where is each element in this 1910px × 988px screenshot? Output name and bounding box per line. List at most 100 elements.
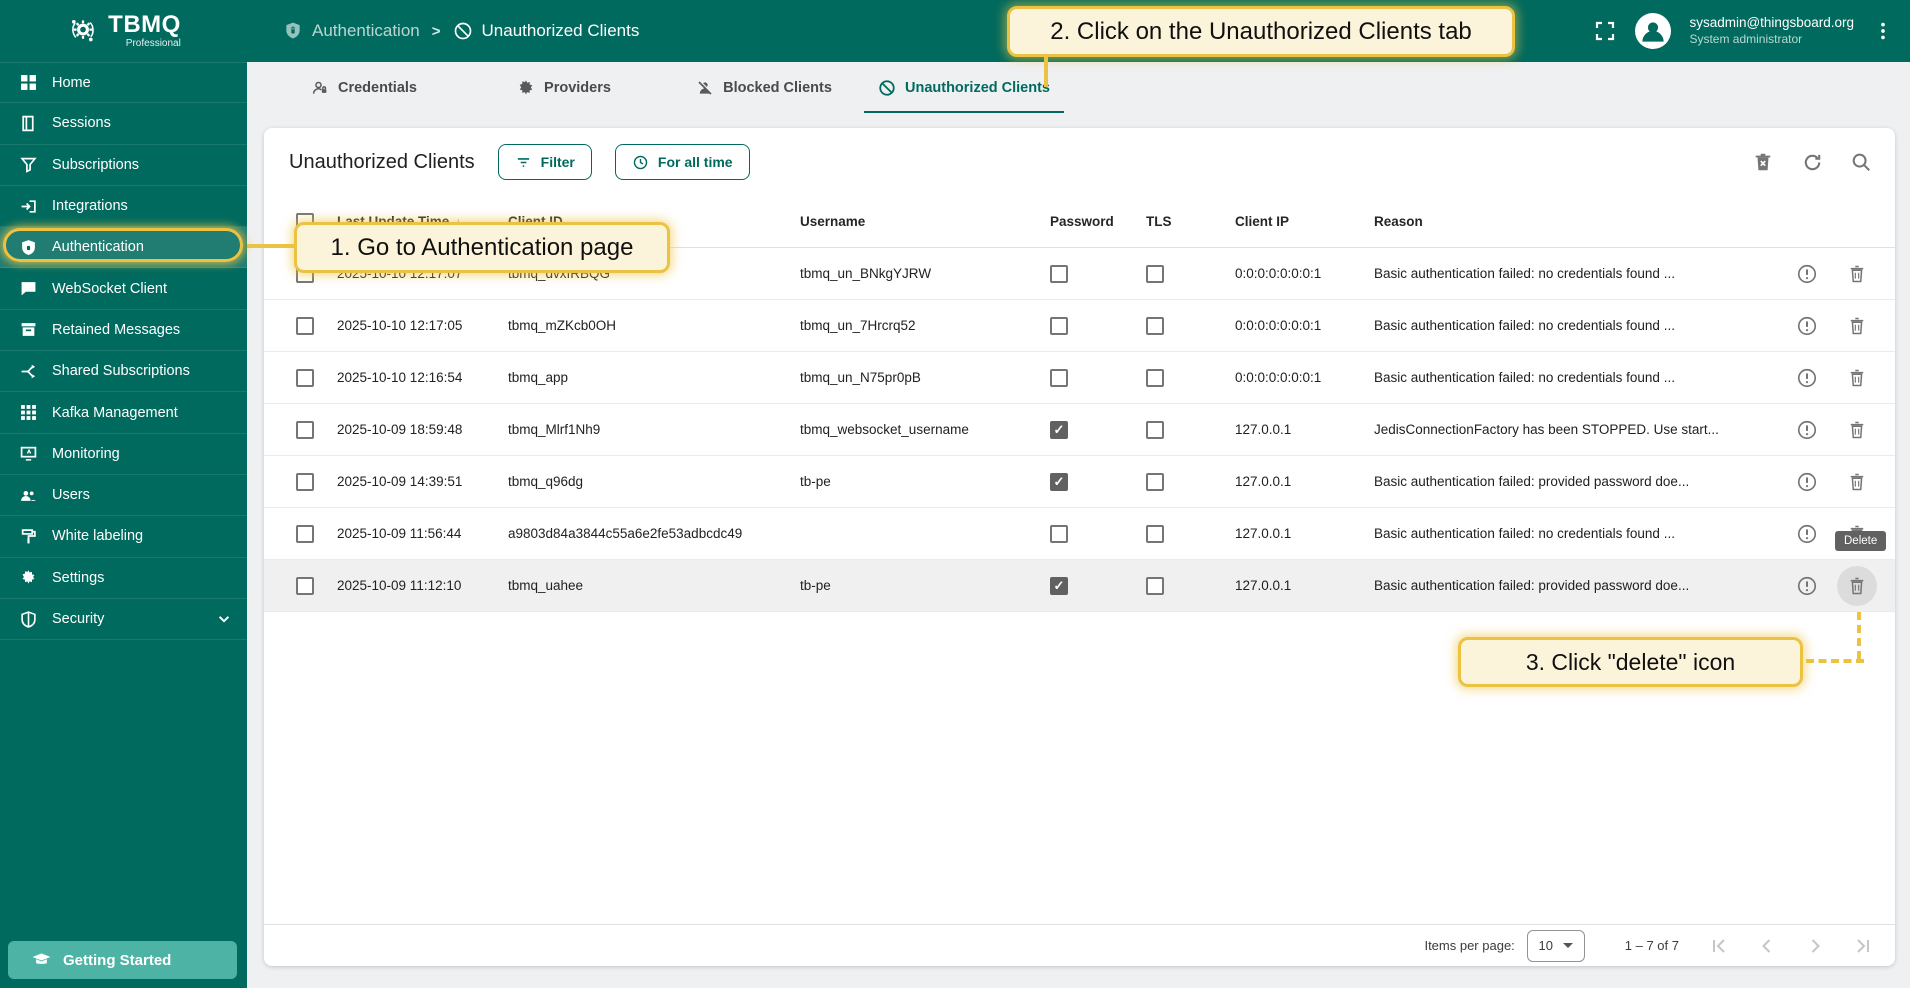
paint-roller-icon bbox=[19, 528, 37, 545]
user-role: System administrator bbox=[1689, 32, 1854, 48]
delete-row-button[interactable] bbox=[1845, 574, 1869, 598]
row-checkbox[interactable] bbox=[296, 473, 314, 491]
table-body: 2025-10-10 12:17:07 tbmq_dvxIRBQG tbmq_u… bbox=[264, 248, 1895, 612]
delete-row-button[interactable] bbox=[1845, 418, 1869, 442]
filter-icon bbox=[515, 154, 532, 171]
cell-last-update-time: 2025-10-10 12:17:05 bbox=[337, 318, 508, 333]
tab-blocked-clients[interactable]: Blocked Clients bbox=[664, 62, 864, 113]
row-checkbox[interactable] bbox=[296, 421, 314, 439]
time-range-button[interactable]: For all time bbox=[615, 144, 750, 180]
table-row[interactable]: 2025-10-10 12:16:54 tbmq_app tbmq_un_N75… bbox=[264, 352, 1895, 404]
fullscreen-button[interactable] bbox=[1593, 19, 1617, 43]
tls-checkbox[interactable] bbox=[1146, 317, 1164, 335]
cell-client-id: tbmq_uahee bbox=[508, 578, 800, 593]
row-details-button[interactable] bbox=[1795, 418, 1819, 442]
tls-checkbox[interactable] bbox=[1146, 369, 1164, 387]
tab-credentials[interactable]: Credentials bbox=[264, 62, 464, 113]
password-checkbox[interactable] bbox=[1050, 525, 1068, 543]
table-row[interactable]: 2025-10-09 11:12:10 tbmq_uahee tb-pe 127… bbox=[264, 560, 1895, 612]
previous-page-button[interactable] bbox=[1755, 934, 1779, 958]
sidebar-item-users[interactable]: Users bbox=[0, 475, 247, 516]
column-username[interactable]: Username bbox=[800, 214, 1050, 229]
sidebar-item-security[interactable]: Security bbox=[0, 599, 247, 640]
row-checkbox[interactable] bbox=[296, 369, 314, 387]
tls-checkbox[interactable] bbox=[1146, 265, 1164, 283]
column-tls[interactable]: TLS bbox=[1146, 214, 1235, 229]
password-checkbox[interactable] bbox=[1050, 369, 1068, 387]
tab-unauthorized-clients[interactable]: Unauthorized Clients bbox=[864, 62, 1064, 113]
delete-row-button[interactable] bbox=[1845, 262, 1869, 286]
sidebar-item-settings[interactable]: Settings bbox=[0, 558, 247, 599]
sidebar-item-integrations[interactable]: Integrations bbox=[0, 186, 247, 227]
table-row[interactable]: 2025-10-09 14:39:51 tbmq_q96dg tb-pe 127… bbox=[264, 456, 1895, 508]
sidebar-item-websocket-client[interactable]: WebSocket Client bbox=[0, 268, 247, 309]
refresh-icon[interactable] bbox=[1800, 150, 1824, 174]
delete-row-button[interactable] bbox=[1845, 366, 1869, 390]
sidebar-item-authentication[interactable]: Authentication bbox=[0, 227, 247, 268]
row-checkbox[interactable] bbox=[296, 317, 314, 335]
sidebar-item-retained-messages[interactable]: Retained Messages bbox=[0, 310, 247, 351]
first-page-button[interactable] bbox=[1707, 934, 1731, 958]
avatar[interactable] bbox=[1635, 13, 1671, 49]
cell-last-update-time: 2025-10-10 12:16:54 bbox=[337, 370, 508, 385]
password-checkbox[interactable] bbox=[1050, 265, 1068, 283]
security-shield-icon bbox=[19, 611, 37, 628]
delete-row-button[interactable] bbox=[1845, 470, 1869, 494]
tls-checkbox[interactable] bbox=[1146, 525, 1164, 543]
column-client-ip[interactable]: Client IP bbox=[1235, 214, 1374, 229]
sidebar-item-white-labeling[interactable]: White labeling bbox=[0, 516, 247, 557]
row-checkbox[interactable] bbox=[296, 577, 314, 595]
tls-checkbox[interactable] bbox=[1146, 473, 1164, 491]
table-row[interactable]: 2025-10-09 18:59:48 tbmq_Mlrf1Nh9 tbmq_w… bbox=[264, 404, 1895, 456]
row-details-button[interactable] bbox=[1795, 314, 1819, 338]
search-icon[interactable] bbox=[1849, 150, 1873, 174]
table-row[interactable]: 2025-10-10 12:17:05 tbmq_mZKcb0OH tbmq_u… bbox=[264, 300, 1895, 352]
sidebar-item-sessions[interactable]: Sessions bbox=[0, 103, 247, 144]
app-logo[interactable]: TBMQ Professional bbox=[0, 13, 247, 49]
tab-providers[interactable]: Providers bbox=[464, 62, 664, 113]
column-password[interactable]: Password bbox=[1050, 214, 1146, 229]
cell-last-update-time: 2025-10-09 11:12:10 bbox=[337, 578, 508, 593]
getting-started-button[interactable]: Getting Started bbox=[8, 941, 237, 979]
dashboard-icon bbox=[19, 74, 37, 91]
paginator: Items per page: 10 1 – 7 of 7 bbox=[264, 924, 1895, 966]
tls-checkbox[interactable] bbox=[1146, 421, 1164, 439]
sidebar-item-home[interactable]: Home bbox=[0, 62, 247, 103]
row-details-button[interactable] bbox=[1795, 470, 1819, 494]
row-details-button[interactable] bbox=[1795, 522, 1819, 546]
cell-username: tbmq_un_BNkgYJRW bbox=[800, 266, 1050, 281]
breadcrumb-unauthorized-clients[interactable]: Unauthorized Clients bbox=[453, 21, 640, 41]
input-icon bbox=[19, 198, 37, 215]
table-row[interactable]: 2025-10-09 11:56:44 a9803d84a3844c55a6e2… bbox=[264, 508, 1895, 560]
row-checkbox[interactable] bbox=[296, 525, 314, 543]
tbmq-logo-icon bbox=[66, 14, 100, 48]
password-checkbox[interactable] bbox=[1050, 577, 1068, 595]
kebab-menu-icon[interactable] bbox=[1872, 20, 1894, 42]
password-checkbox[interactable] bbox=[1050, 473, 1068, 491]
password-checkbox[interactable] bbox=[1050, 317, 1068, 335]
column-reason[interactable]: Reason bbox=[1374, 214, 1749, 229]
breadcrumb-authentication[interactable]: Authentication bbox=[283, 21, 420, 41]
cell-client-ip: 127.0.0.1 bbox=[1235, 526, 1374, 541]
delete-row-button[interactable] bbox=[1845, 314, 1869, 338]
password-checkbox[interactable] bbox=[1050, 421, 1068, 439]
sidebar-item-shared-subscriptions[interactable]: Shared Subscriptions bbox=[0, 351, 247, 392]
last-page-button[interactable] bbox=[1851, 934, 1875, 958]
row-details-button[interactable] bbox=[1795, 366, 1819, 390]
sidebar-item-kafka-management[interactable]: Kafka Management bbox=[0, 392, 247, 433]
row-details-button[interactable] bbox=[1795, 262, 1819, 286]
archive-icon bbox=[19, 321, 37, 338]
school-icon bbox=[32, 951, 51, 970]
sidebar-item-subscriptions[interactable]: Subscriptions bbox=[0, 145, 247, 186]
row-details-button[interactable] bbox=[1795, 574, 1819, 598]
tls-checkbox[interactable] bbox=[1146, 577, 1164, 595]
delete-all-button[interactable] bbox=[1751, 150, 1775, 174]
monitor-icon bbox=[19, 445, 37, 462]
page-size-select[interactable]: 10 bbox=[1527, 930, 1585, 962]
next-page-button[interactable] bbox=[1803, 934, 1827, 958]
sidebar-item-monitoring[interactable]: Monitoring bbox=[0, 434, 247, 475]
filter-button[interactable]: Filter bbox=[498, 144, 592, 180]
table-toolbar: Unauthorized Clients Filter For all time bbox=[264, 128, 1895, 196]
callout-1-connector bbox=[247, 244, 294, 248]
cell-client-ip: 127.0.0.1 bbox=[1235, 474, 1374, 489]
